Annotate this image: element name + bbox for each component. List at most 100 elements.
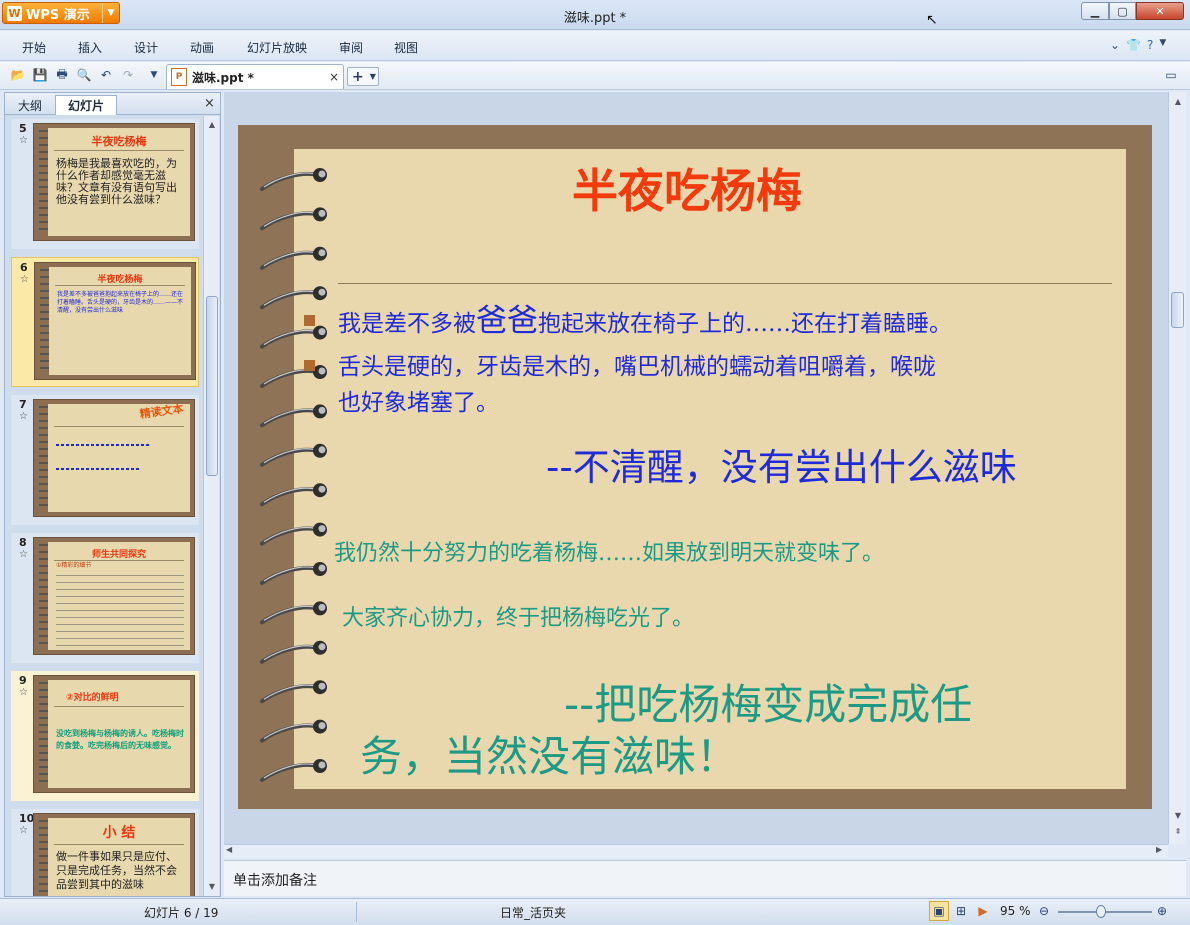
title-bar: W WPS 演示 ▼ 滋味.ppt * ↖ ▁ ▢ ✕ [0, 0, 1190, 30]
thumb-title: 小 结 [102, 825, 136, 841]
thumbnail-scrollbar[interactable]: ▲ ▼ [203, 116, 219, 896]
notes-pane[interactable]: 单击添加备注 [224, 860, 1186, 896]
prev-slide-icon[interactable]: ⇞ [1171, 824, 1185, 838]
panel-tabs: 大纲 幻灯片 × [5, 93, 220, 115]
slide-thumbnail-6[interactable]: 6 ☆ 半夜吃杨梅 我是差不多被爸爸抱起来放在椅子上的……还在打着瞌睡。舌头是硬… [11, 257, 199, 387]
menu-home[interactable]: 开始 [22, 39, 46, 56]
slide-thumbnail-9[interactable]: 9 ☆ ②对比的鲜明 没吃到杨梅与杨梅的诱人。吃杨梅时的食婪。吃完杨梅后的无味感… [11, 671, 199, 801]
maximize-button[interactable]: ▢ [1109, 2, 1136, 20]
slide-thumbnail-8[interactable]: 8 ☆ 师生共同探究 ①精彩的细节 [11, 533, 199, 663]
spiral-ring [260, 759, 327, 782]
slides-panel: 大纲 幻灯片 × 5 ☆ 半夜吃杨梅 杨梅是我最喜欢吃的，为什么作者却感觉毫无滋… [4, 92, 221, 897]
scroll-down-icon[interactable]: ▼ [1171, 808, 1185, 822]
spiral-ring [260, 562, 327, 585]
thumb-title: 半夜吃杨梅 [91, 135, 147, 148]
slide-thumbnail-7[interactable]: 7 ☆ 精读文本 [11, 395, 199, 525]
slide-horizontal-scrollbar[interactable]: ◀ ▶ [224, 844, 1168, 858]
scroll-right-icon[interactable]: ▶ [1156, 845, 1162, 854]
scroll-up-icon[interactable]: ▲ [205, 117, 219, 131]
animation-star-icon: ☆ [20, 274, 29, 285]
spiral-ring [260, 640, 327, 664]
chevron-down-icon[interactable]: ▼ [1159, 38, 1166, 52]
scroll-thumb[interactable] [206, 296, 218, 476]
menu-animation[interactable]: 动画 [190, 39, 214, 56]
animation-star-icon: ☆ [19, 687, 28, 698]
slide-number: 9 [19, 674, 27, 687]
spiral-ring [260, 719, 327, 743]
status-bar: 幻灯片 6 / 19 日常_活页夹 ▣ ⊞ ▶ 95 % ⊖ ⊕ [0, 898, 1190, 925]
thumb-wordart-title: 精读文本 [138, 402, 185, 422]
zoom-level: 95 % [1000, 904, 1031, 918]
slide-thumbnail-10[interactable]: 10 ☆ 小 结 做一件事如果只是应付、只是完成任务，当然不会品尝到其中的滋味 [11, 809, 199, 896]
window-title: 滋味.ppt * [563, 11, 627, 26]
skin-shirt-icon[interactable]: 👕 [1126, 38, 1141, 52]
spiral-ring [260, 680, 327, 704]
close-window-button[interactable]: ✕ [1136, 2, 1184, 20]
thumb-title: 半夜吃杨梅 [97, 275, 143, 285]
slide-line-2[interactable]: 舌头是硬的，牙齿是木的，嘴巴机械的蠕动着咀嚼着，喉咙 [338, 347, 936, 381]
slide-sorter-icon[interactable]: ⊞ [951, 901, 971, 921]
menu-view[interactable]: 视图 [394, 39, 418, 56]
tab-outline[interactable]: 大纲 [9, 95, 51, 115]
scroll-down-icon[interactable]: ▼ [205, 879, 219, 893]
thumb-title: ②对比的鲜明 [66, 693, 119, 703]
open-folder-icon[interactable]: 📂 [9, 66, 27, 84]
help-icon[interactable]: ? [1147, 38, 1153, 52]
chevron-down-icon[interactable]: ▼ [370, 72, 376, 81]
thumb-body: 我是差不多被爸爸抱起来放在椅子上的……还在打着瞌睡。舌头是硬的，牙齿是木的……—… [57, 291, 184, 314]
title-divider [338, 283, 1112, 284]
new-tab-button[interactable]: + ▼ [347, 67, 379, 86]
slideshow-play-icon[interactable]: ▶ [973, 901, 993, 921]
scroll-thumb[interactable] [1171, 292, 1184, 328]
thumb-body: ①精彩的细节 [56, 562, 92, 569]
chevron-down-icon[interactable]: ⌄ [1110, 38, 1120, 52]
spiral-ring [260, 246, 327, 270]
slide-vertical-scrollbar[interactable]: ▲ ▼ ⇞ [1168, 92, 1186, 844]
print-preview-icon[interactable]: 🔍 [75, 66, 93, 84]
close-panel-icon[interactable]: × [204, 96, 215, 111]
menu-review[interactable]: 审阅 [339, 39, 363, 56]
undo-icon[interactable]: ↶ [97, 66, 115, 84]
spiral-ring [260, 325, 327, 349]
slide-line-5[interactable]: 我仍然十分努力的吃着杨梅……如果放到明天就变味了。 [334, 535, 884, 567]
document-tab[interactable]: P 滋味.ppt * × [166, 64, 344, 89]
spiral-ring [260, 286, 327, 310]
thumb-body: 做一件事如果只是应付、只是完成任务，当然不会品尝到其中的滋味 [56, 850, 177, 891]
slide-editor: 半夜吃杨梅 我是差不多被爸爸抱起来放在椅子上的……还在打着瞌睡。 舌头是硬的，牙… [224, 92, 1168, 844]
slide-line-1[interactable]: 我是差不多被爸爸抱起来放在椅子上的……还在打着瞌睡。 [338, 295, 952, 340]
thumbnail-list: 5 ☆ 半夜吃杨梅 杨梅是我最喜欢吃的，为什么作者却感觉毫无滋味？文章有没有语句… [5, 116, 203, 896]
tab-slides[interactable]: 幻灯片 [55, 95, 117, 115]
normal-view-icon[interactable]: ▣ [929, 901, 949, 921]
menu-insert[interactable]: 插入 [78, 39, 102, 56]
ppt-file-icon: P [171, 68, 187, 86]
print-icon[interactable]: 🖶 [53, 66, 71, 84]
toolbar-dropdown-icon[interactable]: ▼ [145, 66, 163, 84]
slide-title[interactable]: 半夜吃杨梅 [572, 155, 802, 221]
save-icon[interactable]: 💾 [31, 66, 49, 84]
mouse-cursor-icon: ↖ [926, 12, 938, 28]
slide-line-3[interactable]: 也好象堵塞了。 [338, 383, 499, 417]
zoom-in-icon[interactable]: ⊕ [1152, 901, 1172, 921]
redo-icon[interactable]: ↷ [119, 66, 137, 84]
scroll-left-icon[interactable]: ◀ [226, 845, 232, 854]
slide-conclusion-1[interactable]: --不清醒，没有尝出什么滋味 [546, 437, 1017, 491]
bullet-icon [304, 315, 315, 326]
menu-design[interactable]: 设计 [134, 39, 158, 56]
slide-conclusion-2b[interactable]: 务，当然没有滋味！ [360, 723, 738, 784]
thumb-body: 杨梅是我最喜欢吃的，为什么作者却感觉毫无滋味？文章有没有语句写出他没有尝到什么滋… [56, 157, 177, 206]
zoom-slider-handle[interactable] [1096, 905, 1106, 918]
close-tab-icon[interactable]: × [329, 70, 339, 84]
spiral-binding [260, 168, 327, 782]
animation-star-icon: ☆ [19, 135, 28, 146]
slide-number: 6 [20, 261, 28, 274]
slide-line-6[interactable]: 大家齐心协力，终于把杨梅吃光了。 [342, 600, 694, 632]
minimize-button[interactable]: ▁ [1081, 2, 1109, 20]
panel-toggle-icon[interactable]: ▭ [1162, 66, 1180, 84]
thumb-title: 师生共同探究 [91, 550, 146, 560]
zoom-out-icon[interactable]: ⊖ [1034, 901, 1054, 921]
menu-slideshow[interactable]: 幻灯片放映 [247, 39, 307, 56]
slide-thumbnail-5[interactable]: 5 ☆ 半夜吃杨梅 杨梅是我最喜欢吃的，为什么作者却感觉毫无滋味？文章有没有语句… [11, 119, 199, 249]
spiral-ring [260, 168, 327, 191]
scroll-up-icon[interactable]: ▲ [1171, 94, 1185, 108]
current-slide[interactable]: 半夜吃杨梅 我是差不多被爸爸抱起来放在椅子上的……还在打着瞌睡。 舌头是硬的，牙… [238, 125, 1152, 809]
